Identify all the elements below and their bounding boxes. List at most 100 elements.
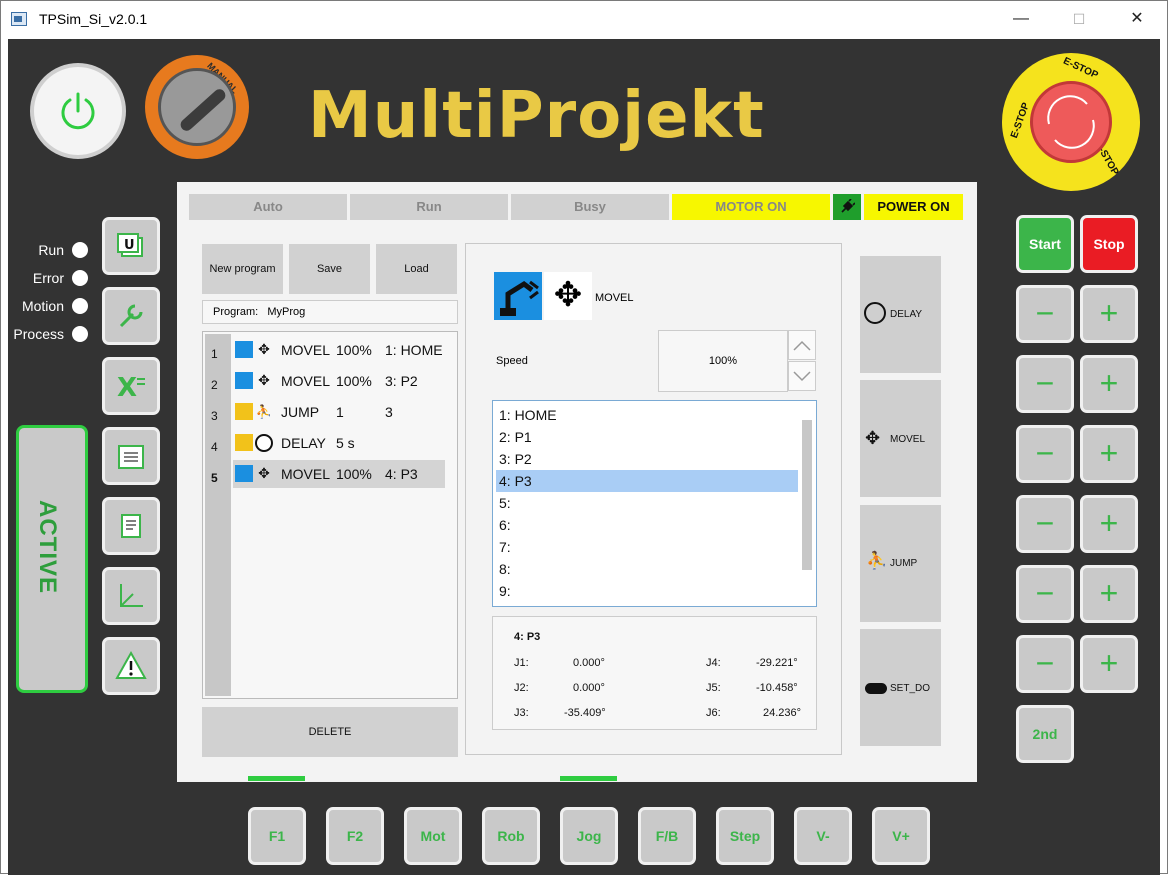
point-list-scrollbar[interactable] — [800, 404, 814, 602]
delete-button[interactable]: DELETE — [202, 707, 458, 757]
line-number-gutter: 1 2 3 4 5 — [205, 334, 231, 696]
j2-value: 0.000° — [573, 682, 605, 694]
jog-key[interactable]: Jog — [560, 807, 618, 865]
coordinates-button[interactable] — [102, 567, 160, 625]
point-item-selected[interactable]: 4: P3 — [496, 470, 798, 492]
maximize-button[interactable]: ☐ — [1056, 1, 1102, 39]
f2-key[interactable]: F2 — [326, 807, 384, 865]
plus-button-4[interactable]: + — [1080, 495, 1138, 553]
scrollbar-thumb[interactable] — [802, 420, 812, 570]
plus-label: + — [1099, 505, 1119, 541]
line-number: 5 — [211, 471, 218, 485]
load-button[interactable]: Load — [376, 244, 457, 294]
set-do-command-label: SET_DO — [890, 683, 931, 694]
j1-label: J1: — [514, 657, 529, 669]
app-window: TPSim_Si_v2.0.1 — ☐ ✕ AUTO MANUAL MultiP… — [0, 0, 1168, 875]
user-frame-button[interactable]: U — [102, 217, 160, 275]
minus-button-4[interactable]: − — [1016, 495, 1074, 553]
new-program-button[interactable]: New program — [202, 244, 283, 294]
motor-key[interactable]: Mot — [404, 807, 462, 865]
mode-key-switch[interactable]: AUTO MANUAL — [145, 55, 249, 159]
program-line[interactable]: ⛹ JUMP 1 3 — [233, 398, 445, 426]
program-folder-button[interactable] — [102, 427, 160, 485]
led-label-run: Run — [38, 242, 64, 258]
document-button[interactable] — [102, 497, 160, 555]
save-button[interactable]: Save — [289, 244, 370, 294]
second-function-button[interactable]: 2nd — [1016, 705, 1074, 763]
instruction-editor: ✥ MOVEL Speed 100% 1: HOME 2: P1 3: P2 4… — [465, 243, 842, 755]
led-process — [72, 326, 88, 342]
document-icon — [121, 514, 141, 538]
robot-arm-icon — [235, 465, 253, 482]
program-list[interactable]: 1 2 3 4 5 ✥ MOVEL 100% 1: HOME ✥ MOVEL 1… — [202, 331, 458, 699]
minus-button-2[interactable]: − — [1016, 355, 1074, 413]
speed-down-key[interactable]: V- — [794, 807, 852, 865]
point-item[interactable]: 9: — [496, 580, 798, 602]
move-arrows-icon: ✥ — [258, 341, 270, 357]
forward-backward-key[interactable]: F/B — [638, 807, 696, 865]
warning-icon — [115, 650, 147, 679]
editor-command: MOVEL — [595, 292, 634, 304]
plus-label: + — [1099, 295, 1119, 331]
step-key[interactable]: Step — [716, 807, 774, 865]
minus-button-5[interactable]: − — [1016, 565, 1074, 623]
start-label: Start — [1029, 236, 1061, 252]
point-item[interactable]: 2: P1 — [496, 426, 798, 448]
point-item[interactable]: 7: — [496, 536, 798, 558]
minus-button-1[interactable]: − — [1016, 285, 1074, 343]
program-line[interactable]: ✥ MOVEL 100% 3: P2 — [233, 367, 445, 395]
stop-button[interactable]: Stop — [1080, 215, 1138, 273]
axes-icon — [120, 584, 143, 607]
j2-label: J2: — [514, 682, 529, 694]
tools-button[interactable] — [102, 287, 160, 345]
warning-button[interactable] — [102, 637, 160, 695]
estop-label-top: E-STOP — [1061, 55, 1100, 82]
active-button[interactable]: ACTIVE — [16, 425, 88, 693]
plus-button-5[interactable]: + — [1080, 565, 1138, 623]
speed-down-button[interactable] — [788, 361, 816, 391]
point-list[interactable]: 1: HOME 2: P1 3: P2 4: P3 5: 6: 7: 8: 9: — [492, 400, 817, 607]
robot-key[interactable]: Rob — [482, 807, 540, 865]
power-button[interactable] — [30, 63, 126, 159]
emergency-stop-button[interactable]: E-STOP E-STOP E-STOP — [1002, 53, 1140, 191]
flow-dots-icon — [235, 403, 253, 420]
minus-button-3[interactable]: − — [1016, 425, 1074, 483]
speed-field[interactable]: 100% — [658, 330, 788, 392]
f1-key[interactable]: F1 — [248, 807, 306, 865]
set-do-command-button[interactable]: SET_DO — [860, 629, 941, 746]
status-power-on: POWER ON — [864, 194, 963, 220]
plus-button-1[interactable]: + — [1080, 285, 1138, 343]
minus-label: − — [1035, 575, 1055, 611]
speed-label: Speed — [496, 355, 528, 367]
speed-up-button[interactable] — [788, 330, 816, 360]
plus-button-3[interactable]: + — [1080, 425, 1138, 483]
minimize-button[interactable]: — — [998, 1, 1044, 39]
jump-command-button[interactable]: ⛹ JUMP — [860, 505, 941, 622]
movel-command-button[interactable]: ✥ MOVEL — [860, 380, 941, 497]
point-item[interactable]: 3: P2 — [496, 448, 798, 470]
point-item[interactable]: 5: — [496, 492, 798, 514]
jump-command-label: JUMP — [890, 558, 918, 569]
close-button[interactable]: ✕ — [1114, 1, 1160, 39]
minus-button-6[interactable]: − — [1016, 635, 1074, 693]
program-line[interactable]: DELAY 5 s — [233, 429, 445, 457]
j5-value: -10.458° — [756, 682, 798, 694]
speed-up-key[interactable]: V+ — [872, 807, 930, 865]
variables-button[interactable]: X — [102, 357, 160, 415]
toggle-icon — [865, 683, 887, 694]
status-busy: Busy — [511, 194, 669, 220]
point-item[interactable]: 1: HOME — [496, 404, 798, 426]
point-item[interactable]: 6: — [496, 514, 798, 536]
start-button[interactable]: Start — [1016, 215, 1074, 273]
stop-label: Stop — [1093, 236, 1125, 252]
robot-arm-icon — [494, 272, 542, 320]
power-icon — [61, 92, 95, 130]
program-line[interactable]: ✥ MOVEL 100% 1: HOME — [233, 336, 445, 364]
minus-label: − — [1035, 295, 1055, 331]
delay-command-button[interactable]: DELAY — [860, 256, 941, 373]
point-item[interactable]: 8: — [496, 558, 798, 580]
plus-button-2[interactable]: + — [1080, 355, 1138, 413]
plus-button-6[interactable]: + — [1080, 635, 1138, 693]
line-arg-a: 1 — [336, 404, 344, 420]
program-line-selected[interactable]: ✥ MOVEL 100% 4: P3 — [233, 460, 445, 488]
